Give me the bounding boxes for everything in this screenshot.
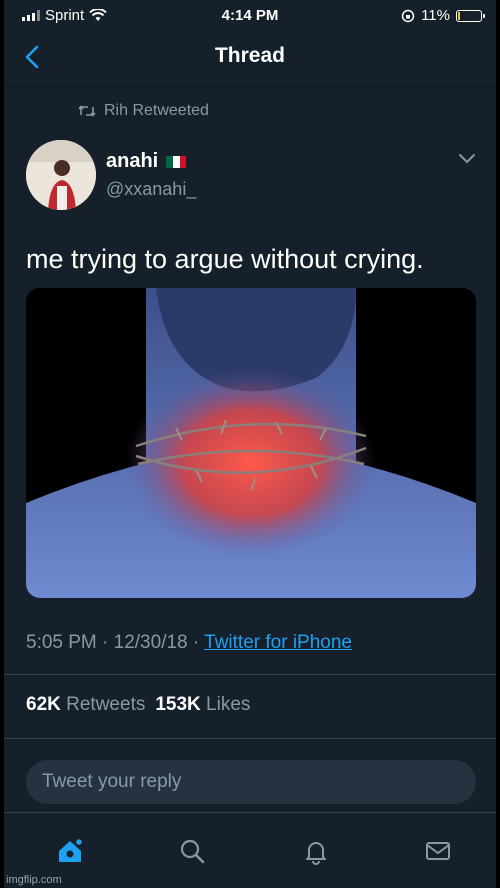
mexico-flag-icon — [166, 155, 187, 168]
barbed-wire-neck-image — [26, 288, 476, 598]
tweet-source-link[interactable]: Twitter for iPhone — [204, 632, 352, 653]
notifications-icon — [306, 842, 326, 865]
battery-icon — [456, 9, 485, 22]
retweets-label: Retweets — [66, 694, 146, 715]
watermark: imgflip.com — [6, 874, 62, 886]
search-icon — [180, 839, 205, 864]
tweet-author[interactable]: anahi @xxanahi_ — [106, 150, 196, 200]
likes-stat[interactable]: 153K Likes — [155, 694, 250, 716]
tweet-image[interactable] — [26, 288, 476, 598]
retweeted-by-label: Rih Retweeted — [104, 102, 209, 119]
tweet-text: me trying to argue without crying. — [26, 244, 424, 274]
retweets-count: 62K — [26, 694, 61, 715]
divider — [4, 674, 496, 675]
tab-bar — [4, 812, 496, 888]
retweet-icon — [78, 105, 96, 117]
tweet-timestamp: 5:05 PM · 12/30/18 · Twitter for iPhone — [26, 632, 352, 654]
tweet-stats: 62K Retweets 153K Likes — [26, 694, 250, 716]
battery-percent: 11% — [421, 7, 450, 24]
likes-count: 153K — [155, 694, 201, 715]
divider — [4, 738, 496, 739]
status-bar: Sprint 4:14 PM 11% — [4, 0, 496, 30]
tab-home[interactable] — [50, 831, 90, 871]
tab-search[interactable] — [172, 831, 212, 871]
tweet-options-button[interactable] — [458, 152, 476, 170]
tab-messages[interactable] — [418, 831, 458, 871]
messages-icon — [426, 842, 450, 860]
chevron-down-icon — [459, 154, 475, 164]
tab-notifications[interactable] — [296, 831, 336, 871]
reply-bar: Tweet your reply — [4, 748, 496, 812]
rotation-lock-icon — [401, 9, 415, 22]
tweet-time: 5:05 PM · 12/30/18 · — [26, 632, 205, 653]
avatar[interactable] — [26, 140, 96, 210]
battery-status: 11% — [401, 7, 485, 24]
nav-bar: Thread — [4, 30, 496, 87]
twitter-thread-screen: Sprint 4:14 PM 11% Thread Rih Retweeted … — [4, 0, 496, 888]
retweets-stat[interactable]: 62K Retweets — [26, 694, 145, 716]
likes-label: Likes — [206, 694, 251, 715]
author-handle: @xxanahi_ — [106, 179, 197, 199]
avatar-photo — [26, 140, 96, 210]
author-name-row: anahi — [106, 150, 196, 173]
author-name: anahi — [106, 150, 159, 172]
reply-input[interactable]: Tweet your reply — [26, 760, 476, 804]
retweet-context[interactable]: Rih Retweeted — [78, 102, 209, 120]
page-title: Thread — [214, 44, 285, 67]
home-icon — [59, 837, 84, 862]
